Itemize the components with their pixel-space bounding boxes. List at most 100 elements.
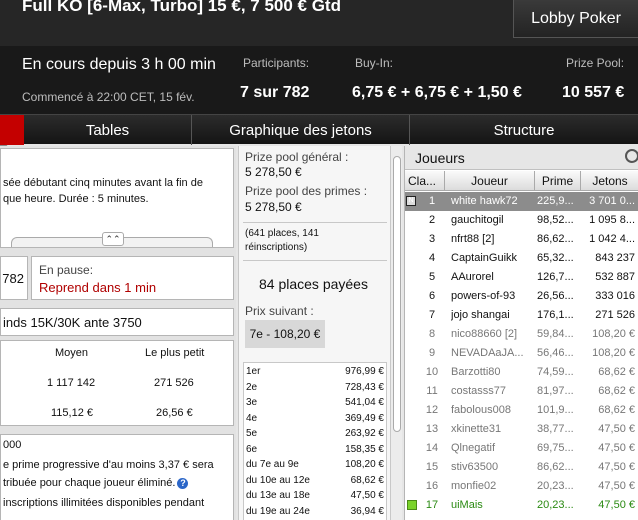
payout-place: du 19e au 24e xyxy=(246,505,310,517)
title-bar: Full KO [6-Max, Turbo] 15 €, 7 500 € Gtd… xyxy=(0,0,638,46)
double-chevron-up-icon[interactable]: ⌃⌃ xyxy=(102,232,124,246)
note-tag-icon[interactable]: N xyxy=(406,196,416,206)
table-row[interactable]: 17 uiMais 20,23... 47,50 € xyxy=(405,496,638,515)
search-icon[interactable] xyxy=(625,149,638,163)
lobby-poker-button[interactable]: Lobby Poker xyxy=(513,0,638,38)
player-bounty: 69,75... xyxy=(537,442,574,454)
tab-tables[interactable]: Tables xyxy=(24,115,192,145)
tab-structure[interactable]: Structure xyxy=(410,115,638,145)
table-row[interactable]: 14 Qlnegatif 69,75... 47,50 € xyxy=(405,439,638,458)
payout-row: du 7e au 9e 108,20 € xyxy=(246,459,384,475)
payout-amount: 728,43 € xyxy=(345,381,384,393)
payout-amount: 263,92 € xyxy=(345,428,384,439)
column-player[interactable]: Joueur xyxy=(445,171,535,191)
player-bounty: 20,23... xyxy=(537,499,574,511)
player-bounty: 65,32... xyxy=(537,252,574,264)
column-chips[interactable]: Jetons xyxy=(581,171,638,191)
payout-place: 5e xyxy=(246,428,258,439)
stack-stats-card: Moyen Le plus petit 1 117 142 271 526 11… xyxy=(0,340,234,426)
average-stack: 1 117 142 xyxy=(47,377,96,389)
collapse-handle[interactable]: ⌃⌃ xyxy=(11,232,213,247)
tab-info[interactable] xyxy=(0,115,24,145)
player-rank: 6 xyxy=(428,290,436,302)
table-row[interactable]: 15 stiv63500 86,62... 47,50 € xyxy=(405,458,638,477)
prizepool-label: Prize Pool: xyxy=(566,56,625,70)
table-row[interactable]: 4 CaptainGuikk 65,32... 843 237 xyxy=(405,249,638,268)
player-name: fabolous008 xyxy=(451,404,511,416)
player-bounty: 38,77... xyxy=(537,423,574,435)
player-name: stiv63500 xyxy=(451,461,499,473)
payout-place: du 10e au 12e xyxy=(246,474,310,486)
tournament-info-bar: En cours depuis 3 h 00 min Commencé à 22… xyxy=(0,46,638,154)
column-rank[interactable]: Cla... xyxy=(405,171,445,191)
payout-amount: 369,49 € xyxy=(345,412,384,424)
player-rank: 4 xyxy=(428,252,436,264)
player-bounty: 98,52... xyxy=(537,214,574,226)
player-rank: 17 xyxy=(425,499,439,511)
divider xyxy=(243,260,387,261)
general-pool-label: Prize pool général : xyxy=(245,150,349,164)
smallest-stack: 271 526 xyxy=(154,377,194,389)
tournament-title: Full KO [6-Max, Turbo] 15 €, 7 500 € Gtd xyxy=(22,0,341,15)
player-rank: 12 xyxy=(425,404,439,416)
players-panel: Joueurs Cla... Joueur Prime Jetons N 1 whi… xyxy=(404,146,638,520)
player-rank: 16 xyxy=(425,480,439,492)
table-row[interactable]: 8 nico88660 [2] 59,84... 108,20 € xyxy=(405,325,638,344)
description-card: sée débutant cinq minutes avant la fin d… xyxy=(0,148,234,248)
player-count: 782 xyxy=(0,256,28,300)
player-chips: 68,62 € xyxy=(598,385,635,397)
bounty-line-2-row: tribuée pour chaque joueur éliminé.? xyxy=(3,477,189,489)
player-rank: 3 xyxy=(428,233,436,245)
payout-row: 2e 728,43 € xyxy=(246,382,384,398)
table-row[interactable]: 11 costasss77 81,97... 68,62 € xyxy=(405,382,638,401)
column-bounty[interactable]: Prime xyxy=(535,171,581,191)
payout-place: 3e xyxy=(246,397,258,408)
stats-header-smallest: Le plus petit xyxy=(145,347,205,359)
buyin-value: 6,75 € + 6,75 € + 1,50 € xyxy=(352,84,522,101)
table-row[interactable]: 2 gauchitogil 98,52... 1 095 8... xyxy=(405,211,638,230)
prize-pool-panel: Prize pool général : 5 278,50 € Prize po… xyxy=(238,146,390,520)
payout-row: 3e 541,04 € xyxy=(246,397,384,413)
table-row[interactable]: 16 monfie02 20,23... 47,50 € xyxy=(405,477,638,496)
player-name: nico88660 [2] xyxy=(451,328,518,340)
table-row[interactable]: 13 xkinette31 38,77... 47,50 € xyxy=(405,420,638,439)
scrollbar-thumb[interactable] xyxy=(393,156,401,432)
payout-table: 1er 976,99 € 2e 728,43 € 3e 541,04 € 4e 369,49 … xyxy=(243,362,387,520)
tab-chip-graph[interactable]: Graphique des jetons xyxy=(192,115,410,145)
table-row[interactable]: 9 NEVADAaJA... 56,46... 108,20 € xyxy=(405,344,638,363)
participants-value: 7 sur 782 xyxy=(240,84,310,101)
table-row[interactable]: 6 powers-of-93 26,56... 333 016 xyxy=(405,287,638,306)
player-rank: 9 xyxy=(428,347,436,359)
players-column-headers: Cla... Joueur Prime Jetons xyxy=(405,171,638,191)
player-bounty: 225,9... xyxy=(537,195,574,207)
player-chips: 47,50 € xyxy=(598,461,635,473)
table-row[interactable]: 3 nfrt88 [2] 86,62... 1 042 4... xyxy=(405,230,638,249)
vertical-scrollbar[interactable] xyxy=(390,146,402,520)
divider xyxy=(243,222,387,223)
player-chips: 843 237 xyxy=(595,252,635,264)
table-row[interactable]: 10 Barzotti80 74,59... 68,62 € xyxy=(405,363,638,382)
player-name: NEVADAaJA... xyxy=(451,347,524,359)
payout-place: du 13e au 18e xyxy=(246,490,310,501)
player-name: nfrt88 [2] xyxy=(451,233,495,245)
player-chips: 47,50 € xyxy=(598,423,635,435)
player-bounty: 86,62... xyxy=(537,233,574,245)
payout-place: 4e xyxy=(246,412,258,424)
player-rank: 2 xyxy=(428,214,436,226)
player-rank: 8 xyxy=(428,328,436,340)
player-name: uiMais xyxy=(451,499,483,511)
table-row[interactable]: 12 fabolous008 101,9... 68,62 € xyxy=(405,401,638,420)
places-line-1: (641 places, 141 xyxy=(245,228,319,239)
bounty-info-card: 000 e prime progressive d'au moins 3,37 … xyxy=(0,434,234,520)
info-icon[interactable]: ? xyxy=(177,477,189,489)
table-row[interactable]: 5 AAurorel 126,7... 532 887 xyxy=(405,268,638,287)
player-rank: 11 xyxy=(426,385,438,397)
payout-amount: 158,35 € xyxy=(345,443,384,455)
payout-amount: 36,94 € xyxy=(350,505,384,517)
player-name: xkinette31 xyxy=(451,423,502,435)
prizepool-value: 10 557 € xyxy=(562,84,625,101)
table-row[interactable]: 7 jojo shangai 176,1... 271 526 xyxy=(405,306,638,325)
running-time: En cours depuis 3 h 00 min xyxy=(22,56,216,73)
tab-bar: Tables Graphique des jetons Structure xyxy=(0,114,638,145)
table-row[interactable]: N 1 white hawk72 225,9... 3 701 0... xyxy=(405,192,638,211)
